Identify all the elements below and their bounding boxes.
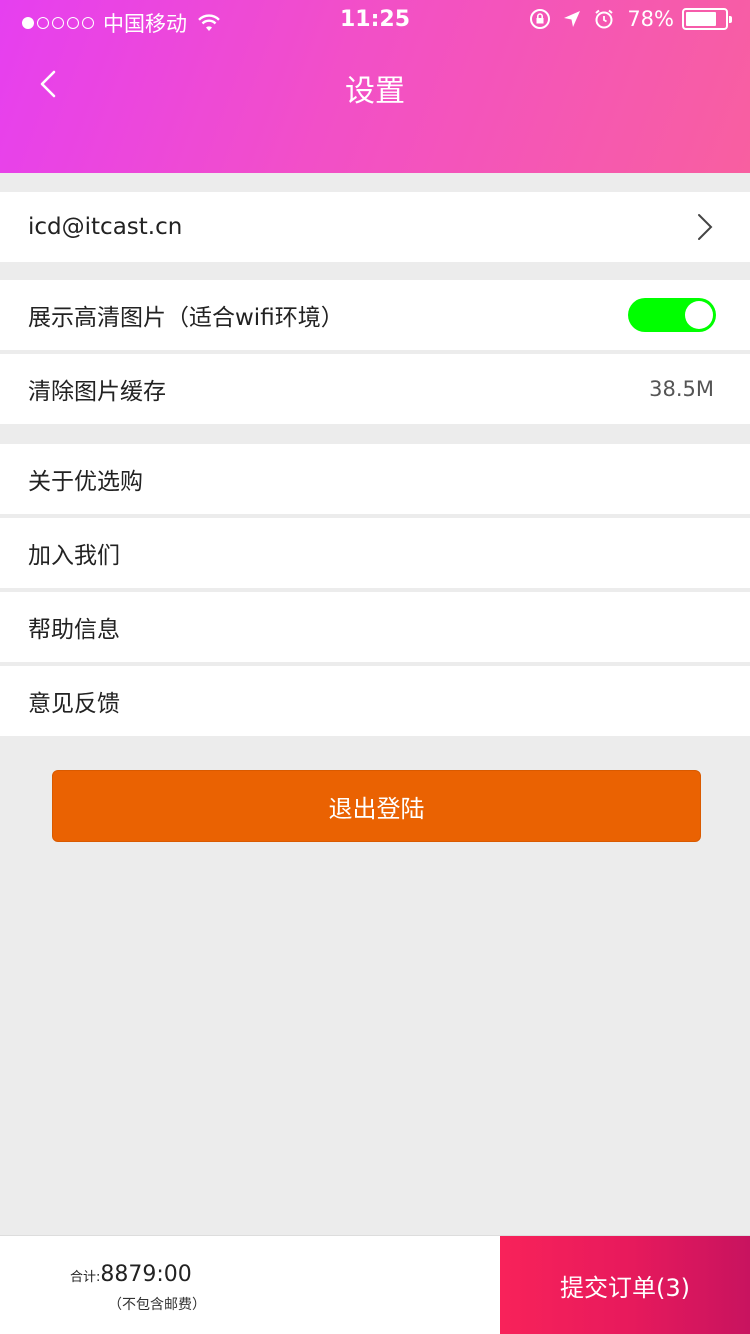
feedback-label: 意见反馈 <box>28 691 120 717</box>
bottom-bar: 合计:8879:00 （不包含邮费） 提交订单(3) <box>0 1235 750 1334</box>
clear-cache-row[interactable]: 清除图片缓存 38.5M <box>0 354 750 424</box>
battery-icon <box>682 8 732 30</box>
about-row[interactable]: 关于优选购 <box>0 444 750 514</box>
chevron-right-icon <box>698 214 713 240</box>
feedback-row[interactable]: 意见反馈 <box>0 666 750 736</box>
account-row[interactable]: icd@itcast.cn <box>0 192 750 262</box>
join-label: 加入我们 <box>28 543 120 569</box>
toggle-knob <box>685 301 713 329</box>
hd-images-row: 展示高清图片（适合wifi环境） <box>0 280 750 350</box>
header: 中国移动 11:25 78% 设置 <box>0 0 750 173</box>
status-bar: 中国移动 11:25 78% <box>0 0 750 40</box>
help-row[interactable]: 帮助信息 <box>0 592 750 662</box>
submit-order-button[interactable]: 提交订单(3) <box>500 1236 750 1334</box>
battery-percent: 78% <box>627 7 674 31</box>
order-total: 合计:8879:00 <box>70 1262 192 1287</box>
cache-size-value: 38.5M <box>649 377 714 401</box>
status-right: 78% <box>519 7 732 31</box>
battery-fill <box>686 12 716 26</box>
location-arrow-icon <box>564 11 581 27</box>
total-label: 合计: <box>70 1270 101 1285</box>
hd-images-label: 展示高清图片（适合wifi环境） <box>28 305 344 331</box>
total-amount: 8879:00 <box>100 1262 192 1287</box>
help-label: 帮助信息 <box>28 617 120 643</box>
logout-button[interactable]: 退出登陆 <box>52 770 701 842</box>
hd-images-toggle[interactable] <box>628 298 716 332</box>
account-email: icd@itcast.cn <box>28 214 183 240</box>
page-title: 设置 <box>345 74 405 109</box>
clear-cache-label: 清除图片缓存 <box>28 379 166 405</box>
shipping-note: （不包含邮费） <box>108 1297 206 1313</box>
rotation-lock-icon <box>530 9 551 29</box>
alarm-icon <box>595 9 613 29</box>
about-label: 关于优选购 <box>28 469 143 495</box>
join-row[interactable]: 加入我们 <box>0 518 750 588</box>
